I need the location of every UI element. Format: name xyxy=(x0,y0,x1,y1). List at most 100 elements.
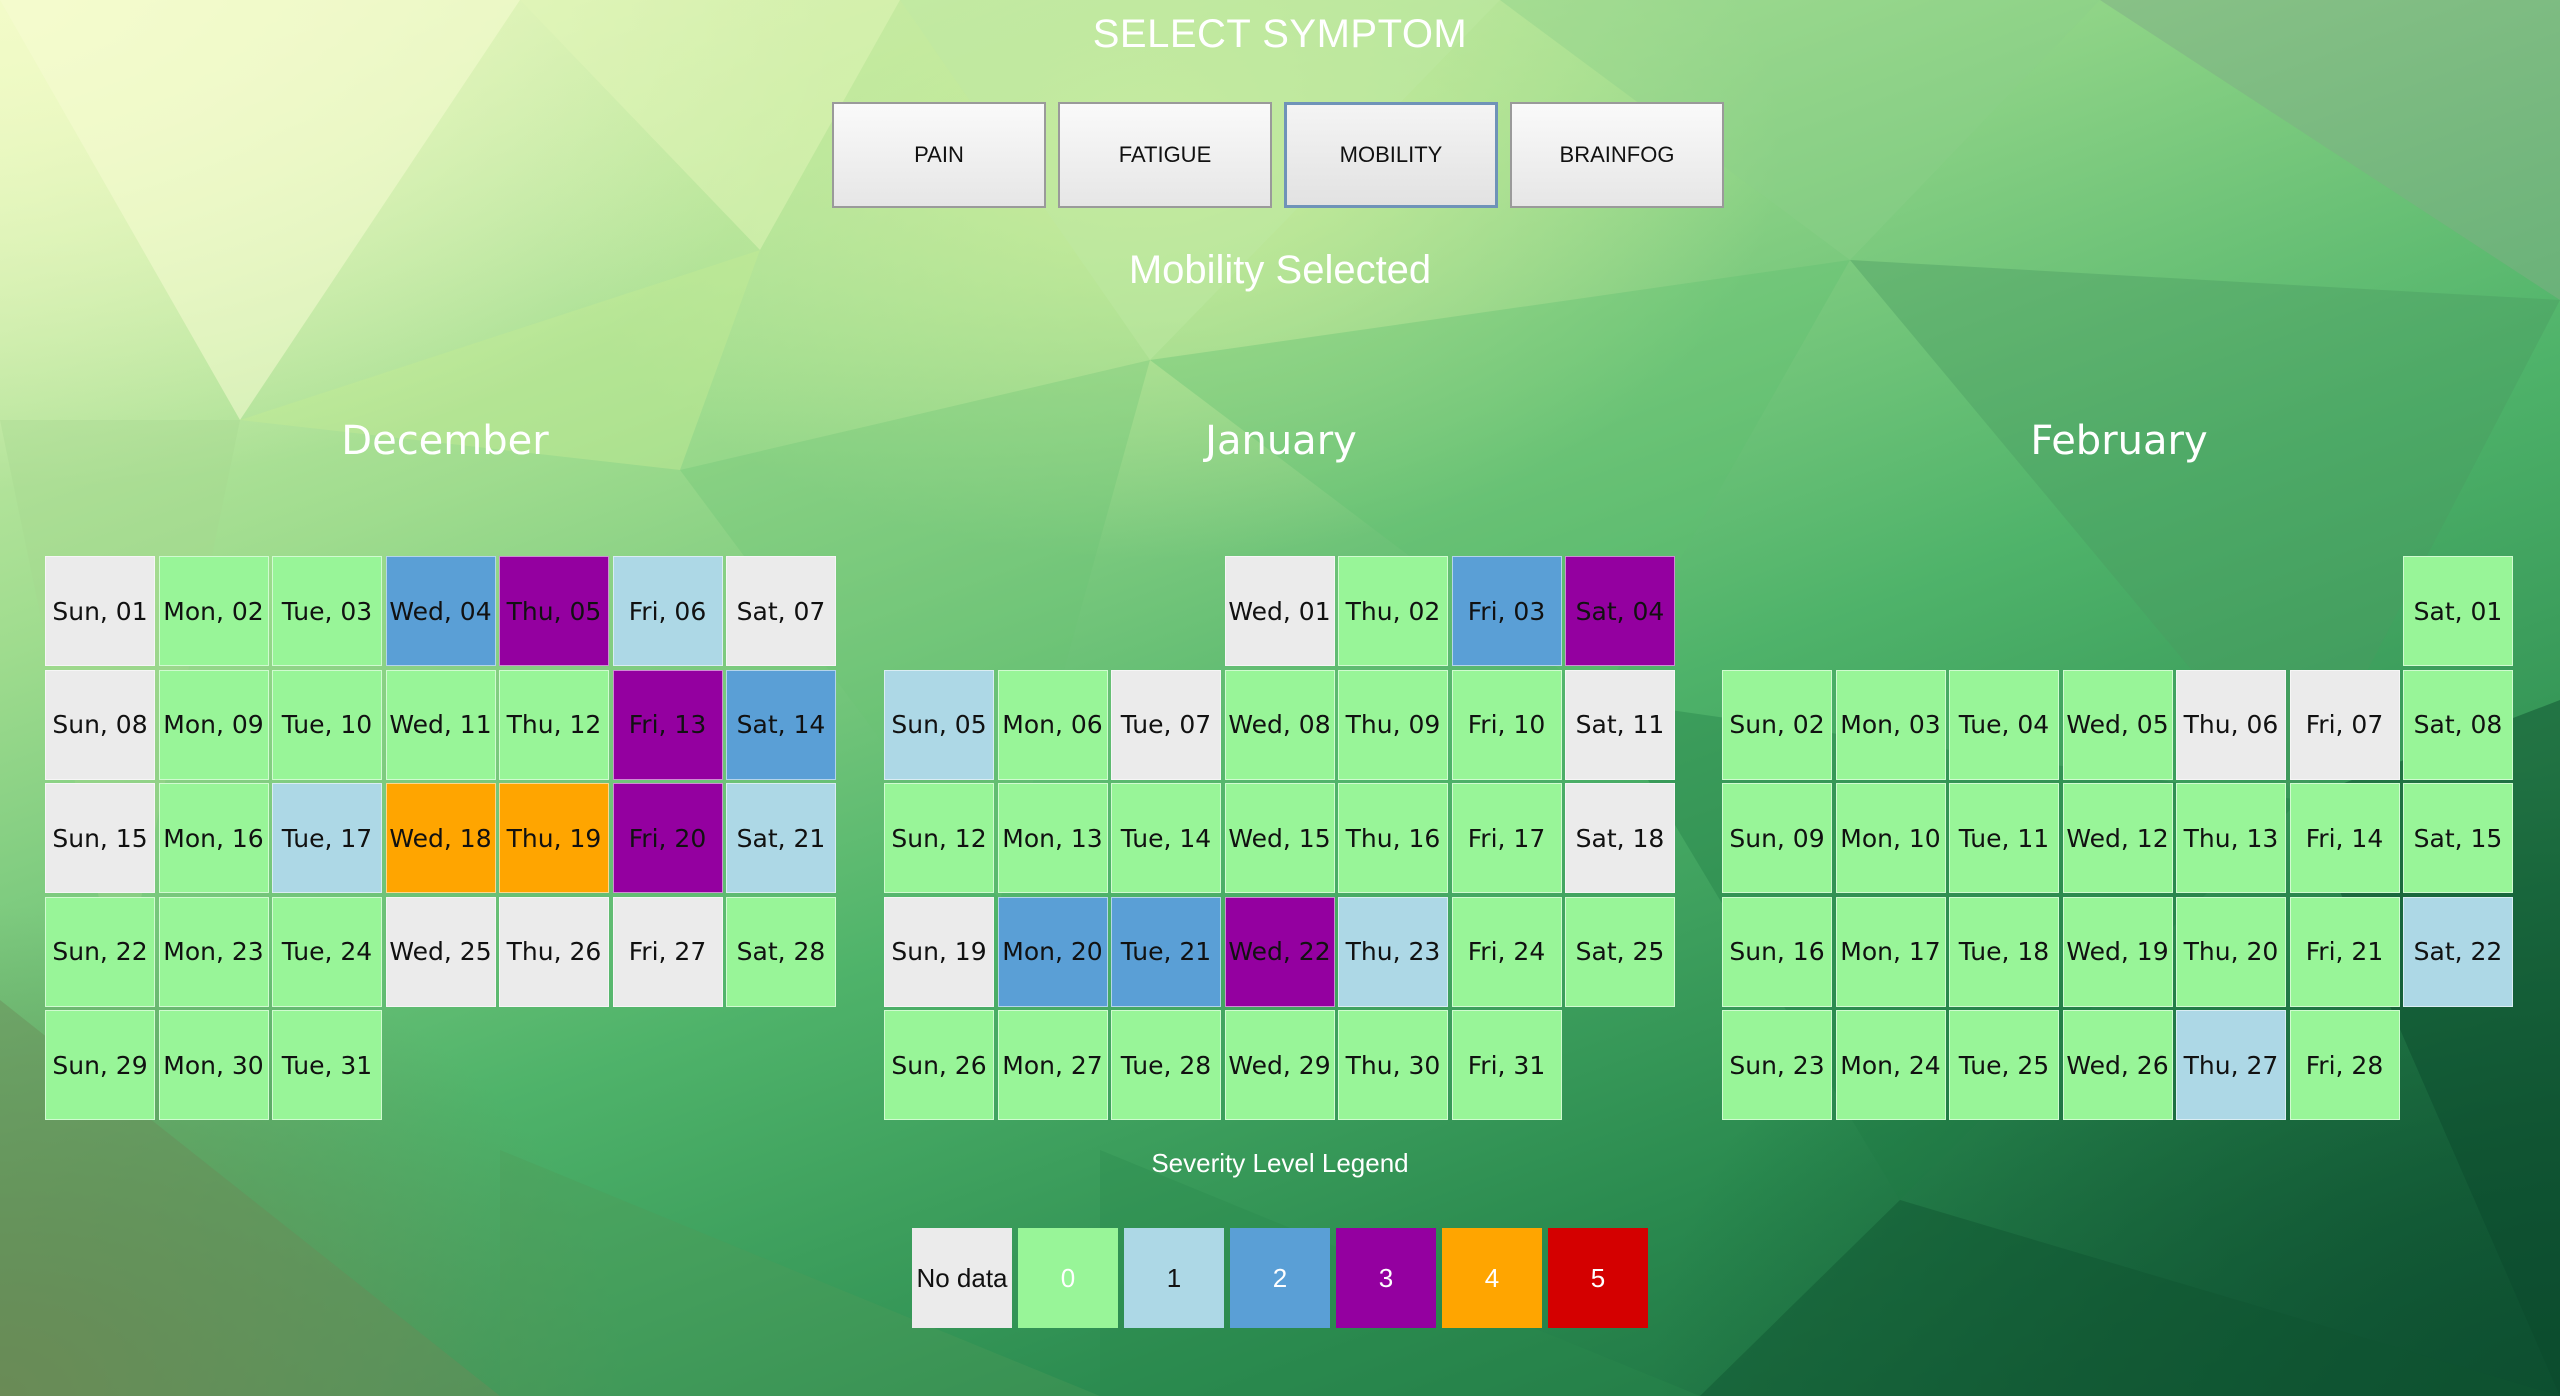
day-cell[interactable]: Wed, 25 xyxy=(385,896,496,1007)
day-cell[interactable]: Fri, 31 xyxy=(1451,1010,1562,1120)
day-cell[interactable]: Wed, 18 xyxy=(385,783,496,893)
day-cell[interactable]: Mon, 24 xyxy=(1835,1010,1946,1120)
severity-legend-title: Severity Level Legend xyxy=(1151,1148,1409,1178)
day-cell[interactable]: Mon, 27 xyxy=(997,1010,1108,1120)
day-cell[interactable]: Fri, 13 xyxy=(612,669,723,780)
day-cell[interactable]: Tue, 11 xyxy=(1949,783,2059,893)
day-cell[interactable]: Wed, 22 xyxy=(1224,896,1335,1007)
day-cell[interactable]: Thu, 27 xyxy=(2176,1010,2286,1120)
day-cell[interactable]: Sun, 15 xyxy=(45,783,155,893)
day-cell[interactable]: Thu, 30 xyxy=(1338,1010,1448,1120)
day-cell[interactable]: Wed, 11 xyxy=(385,669,496,780)
day-cell[interactable]: Mon, 20 xyxy=(997,896,1108,1007)
day-cell[interactable]: Wed, 04 xyxy=(385,556,496,666)
fatigue-button[interactable]: FATIGUE xyxy=(1058,102,1272,208)
brainfog-button[interactable]: BRAINFOG xyxy=(1510,102,1724,208)
day-cell[interactable]: Wed, 15 xyxy=(1224,783,1335,893)
day-cell[interactable]: Fri, 24 xyxy=(1451,896,1562,1007)
day-cell[interactable]: Sat, 08 xyxy=(2403,669,2513,780)
day-cell[interactable]: Sun, 01 xyxy=(45,556,155,666)
day-cell[interactable]: Fri, 21 xyxy=(2289,896,2400,1007)
day-cell[interactable]: Thu, 20 xyxy=(2176,896,2286,1007)
day-cell[interactable]: Tue, 10 xyxy=(272,669,382,780)
day-cell[interactable]: Thu, 12 xyxy=(499,669,609,780)
day-cell[interactable]: Mon, 13 xyxy=(997,783,1108,893)
day-cell[interactable]: Fri, 20 xyxy=(612,783,723,893)
day-cell[interactable]: Thu, 13 xyxy=(2176,783,2286,893)
day-cell[interactable]: Tue, 18 xyxy=(1949,896,2059,1007)
day-cell[interactable]: Tue, 24 xyxy=(272,896,382,1007)
day-cell[interactable]: Sat, 28 xyxy=(726,896,836,1007)
day-cell[interactable]: Sat, 22 xyxy=(2403,896,2513,1007)
day-cell[interactable]: Mon, 09 xyxy=(158,669,269,780)
select-symptom-title: SELECT SYMPTOM xyxy=(1092,12,1468,56)
day-cell[interactable]: Sun, 23 xyxy=(1722,1010,1832,1120)
day-cell[interactable]: Wed, 19 xyxy=(2062,896,2173,1007)
day-cell[interactable]: Tue, 28 xyxy=(1111,1010,1221,1120)
day-cell[interactable]: Fri, 06 xyxy=(612,556,723,666)
symptom-button-row: PAIN FATIGUE MOBILITY BRAINFOG xyxy=(832,102,1732,212)
day-cell[interactable]: Tue, 07 xyxy=(1111,669,1221,780)
day-cell[interactable]: Sun, 05 xyxy=(884,669,994,780)
day-cell[interactable]: Wed, 29 xyxy=(1224,1010,1335,1120)
day-cell[interactable]: Sat, 21 xyxy=(726,783,836,893)
day-cell[interactable]: Sun, 16 xyxy=(1722,896,1832,1007)
day-cell[interactable]: Wed, 08 xyxy=(1224,669,1335,780)
day-cell[interactable]: Mon, 30 xyxy=(158,1010,269,1120)
day-cell[interactable]: Sun, 26 xyxy=(884,1010,994,1120)
day-cell[interactable]: Mon, 06 xyxy=(997,669,1108,780)
day-cell[interactable]: Tue, 14 xyxy=(1111,783,1221,893)
selected-symptom-text: Mobility Selected xyxy=(1128,248,1432,292)
day-cell[interactable]: Fri, 07 xyxy=(2289,669,2400,780)
day-cell[interactable]: Sat, 15 xyxy=(2403,783,2513,893)
day-cell[interactable]: Sun, 22 xyxy=(45,896,155,1007)
day-cell[interactable]: Thu, 16 xyxy=(1338,783,1448,893)
day-cell[interactable]: Sun, 12 xyxy=(884,783,994,893)
pain-button[interactable]: PAIN xyxy=(832,102,1046,208)
day-cell[interactable]: Wed, 12 xyxy=(2062,783,2173,893)
day-cell[interactable]: Sun, 08 xyxy=(45,669,155,780)
day-cell[interactable]: Mon, 03 xyxy=(1835,669,1946,780)
mobility-button[interactable]: MOBILITY xyxy=(1284,102,1498,208)
day-cell[interactable]: Sat, 01 xyxy=(2403,556,2513,666)
day-cell[interactable]: Sun, 29 xyxy=(45,1010,155,1120)
day-cell[interactable]: Fri, 17 xyxy=(1451,783,1562,893)
day-cell[interactable]: Thu, 02 xyxy=(1338,556,1448,666)
day-cell[interactable]: Tue, 04 xyxy=(1949,669,2059,780)
day-cell[interactable]: Thu, 23 xyxy=(1338,896,1448,1007)
day-cell[interactable]: Thu, 09 xyxy=(1338,669,1448,780)
day-cell[interactable]: Tue, 17 xyxy=(272,783,382,893)
day-cell[interactable]: Fri, 10 xyxy=(1451,669,1562,780)
day-cell[interactable]: Tue, 31 xyxy=(272,1010,382,1120)
day-cell[interactable]: Wed, 01 xyxy=(1224,556,1335,666)
day-cell[interactable]: Sat, 14 xyxy=(726,669,836,780)
day-cell[interactable]: Thu, 26 xyxy=(499,896,609,1007)
day-cell[interactable]: Fri, 14 xyxy=(2289,783,2400,893)
day-cell[interactable]: Sat, 04 xyxy=(1565,556,1675,666)
day-cell[interactable]: Sun, 02 xyxy=(1722,669,1832,780)
day-cell[interactable]: Tue, 03 xyxy=(272,556,382,666)
day-cell[interactable]: Mon, 16 xyxy=(158,783,269,893)
day-cell[interactable]: Wed, 05 xyxy=(2062,669,2173,780)
day-cell[interactable]: Thu, 06 xyxy=(2176,669,2286,780)
day-cell[interactable]: Tue, 21 xyxy=(1111,896,1221,1007)
day-cell[interactable]: Sun, 09 xyxy=(1722,783,1832,893)
day-cell[interactable]: Thu, 19 xyxy=(499,783,609,893)
calendar-january: Wed, 01 Thu, 02 Fri, 03 Sat, 04 Sun, 05 Mon, … xyxy=(884,556,1682,1126)
day-cell[interactable]: Tue, 25 xyxy=(1949,1010,2059,1120)
day-cell[interactable]: Fri, 27 xyxy=(612,896,723,1007)
day-cell[interactable]: Sat, 11 xyxy=(1565,669,1675,780)
day-cell[interactable]: Fri, 28 xyxy=(2289,1010,2400,1120)
day-cell[interactable]: Mon, 02 xyxy=(158,556,269,666)
day-cell[interactable]: Sat, 25 xyxy=(1565,896,1675,1007)
day-cell[interactable]: Sat, 07 xyxy=(726,556,836,666)
day-cell[interactable]: Wed, 26 xyxy=(2062,1010,2173,1120)
month-title-february: February xyxy=(2030,418,2208,464)
day-cell[interactable]: Sun, 19 xyxy=(884,896,994,1007)
day-cell[interactable]: Mon, 23 xyxy=(158,896,269,1007)
day-cell[interactable]: Mon, 17 xyxy=(1835,896,1946,1007)
day-cell[interactable]: Sat, 18 xyxy=(1565,783,1675,893)
day-cell[interactable]: Thu, 05 xyxy=(499,556,609,666)
day-cell[interactable]: Fri, 03 xyxy=(1451,556,1562,666)
day-cell[interactable]: Mon, 10 xyxy=(1835,783,1946,893)
